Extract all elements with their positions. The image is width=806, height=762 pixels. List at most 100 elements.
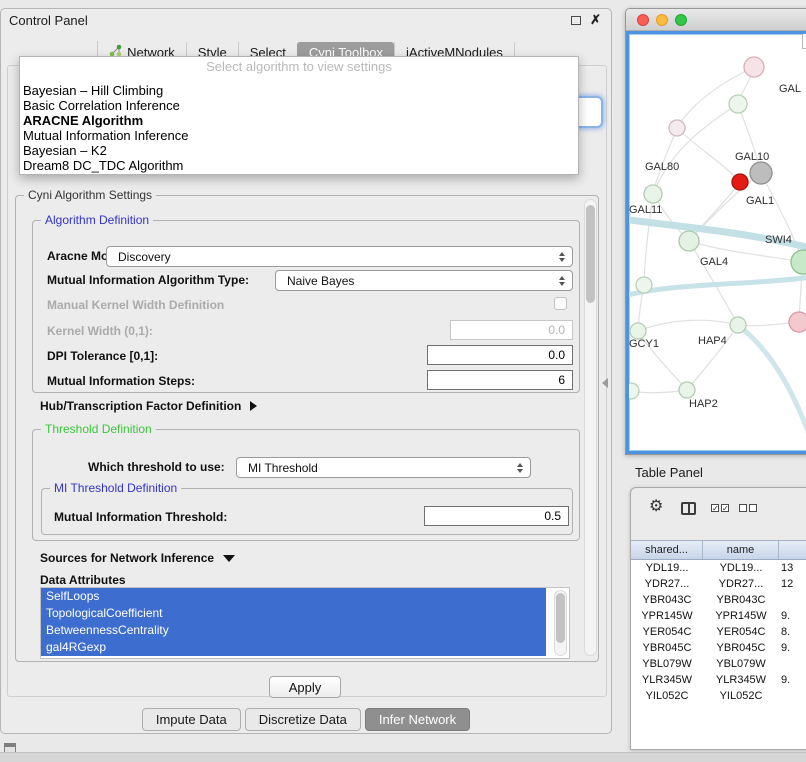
network-node[interactable] (679, 382, 695, 398)
threshold-type-select[interactable]: MI Threshold (236, 457, 531, 478)
dpi-tolerance-input[interactable]: 0.0 (427, 345, 573, 365)
network-node[interactable] (679, 231, 699, 251)
hub-tf-definition-expander[interactable]: Hub/Transcription Factor Definition (40, 399, 257, 413)
network-node-label: HAP4 (698, 335, 727, 347)
field-value: 0.0 (548, 348, 565, 362)
table-cell: YBR045C (703, 640, 779, 656)
table-row[interactable]: YLR345W YLR345W 9. (631, 672, 806, 688)
network-node[interactable] (744, 57, 764, 77)
table-row[interactable]: YIL052C YIL052C (631, 688, 806, 704)
table-row[interactable]: YBR045C YBR045C 9. (631, 640, 806, 656)
group-title: Threshold Definition (41, 422, 156, 436)
select-all-icon[interactable]: ✓✓ (711, 504, 729, 512)
network-node-label: GAL11 (629, 204, 662, 216)
table-row[interactable]: YDR27... YDR27... 12 (631, 576, 806, 592)
table-row[interactable]: YDL19... YDL19... 13 (631, 560, 806, 576)
network-node[interactable] (750, 162, 772, 184)
mi-threshold-input[interactable]: 0.5 (424, 506, 569, 526)
table-cell: 9. (779, 608, 806, 624)
list-item[interactable]: SelfLoops (41, 588, 546, 605)
network-node[interactable] (630, 323, 646, 339)
network-node[interactable] (669, 120, 685, 136)
tab-discretize-data[interactable]: Discretize Data (245, 708, 361, 731)
panel-collapse-arrow[interactable] (602, 378, 608, 388)
column-visibility-icon[interactable] (681, 502, 696, 515)
combo-arrows-icon (517, 463, 523, 473)
panel-title: Control Panel (9, 13, 88, 28)
network-edge[interactable] (738, 325, 806, 434)
selected-value: MI Threshold (248, 461, 318, 475)
list-scrollbar-thumb[interactable] (556, 593, 565, 643)
network-node[interactable] (729, 95, 747, 113)
deselect-all-icon[interactable] (739, 504, 757, 512)
network-edge[interactable] (653, 104, 738, 194)
network-node[interactable] (730, 317, 746, 333)
list-scrollbar[interactable] (554, 590, 567, 656)
table-cell (779, 592, 806, 608)
network-edge[interactable] (638, 320, 738, 331)
data-attributes-list: SelfLoops TopologicalCoefficient Between… (40, 587, 570, 659)
settings-scrollbar-thumb[interactable] (586, 205, 595, 303)
bottom-tab-bar: Impute Data Discretize Data Infer Networ… (1, 708, 611, 731)
mi-algorithm-type-select[interactable]: Naive Bayes (275, 270, 573, 291)
float-panel-icon[interactable] (571, 16, 581, 25)
list-item[interactable]: gal4RGexp (41, 639, 546, 656)
dropdown-item[interactable]: Bayesian – K2 (20, 143, 578, 158)
expand-arrow-icon[interactable] (250, 401, 257, 411)
network-node[interactable] (789, 312, 806, 332)
tab-infer-network[interactable]: Infer Network (365, 708, 470, 731)
manual-kernel-width-checkbox[interactable] (554, 297, 567, 310)
list-item[interactable]: TopologicalCoefficient (41, 605, 546, 622)
close-window-icon[interactable] (637, 14, 649, 26)
network-viewport: GALGAL80GAL10GAL1GAL11SWI4GAL4GCY1HAP4HA… (626, 31, 806, 454)
sources-expander[interactable]: Sources for Network Inference (40, 551, 235, 565)
dropdown-item[interactable]: Basic Correlation Inference (20, 98, 578, 113)
zoom-window-icon[interactable] (675, 14, 687, 26)
kernel-width-input[interactable]: 0.0 (450, 320, 573, 340)
table-cell: YDL19... (631, 560, 703, 576)
table-cell: 12 (779, 576, 806, 592)
dropdown-item[interactable]: Bayesian – Hill Climbing (20, 83, 578, 98)
combo-arrows-icon (559, 276, 565, 286)
network-edge[interactable] (629, 276, 806, 296)
network-node[interactable] (644, 185, 662, 203)
column-header-shared-name[interactable]: shared... (631, 541, 703, 559)
network-edge[interactable] (677, 128, 740, 182)
settings-gear-icon[interactable]: ⚙ (649, 498, 663, 516)
field-value: 0.0 (548, 323, 565, 337)
mi-threshold-label: Mutual Information Threshold: (54, 510, 227, 524)
dropdown-item[interactable]: Mutual Information Inference (20, 128, 578, 143)
dropdown-item-selected[interactable]: ARACNE Algorithm (20, 113, 578, 128)
collapse-arrow-icon[interactable] (223, 555, 235, 562)
dropdown-item[interactable]: Dream8 DC_TDC Algorithm (20, 158, 578, 173)
settings-scrollbar[interactable] (584, 199, 597, 656)
network-node-label: SWI4 (765, 234, 792, 246)
table-cell (779, 656, 806, 672)
aracne-mode-select[interactable]: Discovery (106, 246, 573, 267)
network-node[interactable] (791, 250, 806, 274)
column-header-partial[interactable] (779, 541, 806, 559)
network-window-titlebar (626, 9, 806, 31)
list-item[interactable]: BetweennessCentrality (41, 622, 546, 639)
table-row[interactable]: YBL079W YBL079W (631, 656, 806, 672)
screen: Control Panel ✗ Network Style Select Cyn… (0, 0, 806, 762)
tab-impute-data[interactable]: Impute Data (142, 708, 241, 731)
network-edge[interactable] (761, 173, 803, 262)
table-row[interactable]: YPR145W YPR145W 9. (631, 608, 806, 624)
network-node[interactable] (732, 174, 748, 190)
close-panel-icon[interactable]: ✗ (590, 12, 601, 28)
column-header-name[interactable]: name (703, 541, 779, 559)
status-bar (0, 752, 806, 762)
table-row[interactable]: YBR043C YBR043C (631, 592, 806, 608)
network-node-label: GAL4 (700, 256, 728, 268)
group-title: MI Threshold Definition (50, 481, 181, 495)
mi-steps-input[interactable]: 6 (427, 370, 573, 390)
network-canvas[interactable]: GALGAL80GAL10GAL1GAL11SWI4GAL4GCY1HAP4HA… (629, 34, 806, 453)
cyni-algorithm-settings-group: Cyni Algorithm Settings Algorithm Defini… (15, 195, 599, 662)
network-node-label: GAL80 (645, 161, 679, 173)
network-node[interactable] (629, 383, 639, 399)
network-node[interactable] (636, 277, 652, 293)
table-row[interactable]: YER054C YER054C 8. (631, 624, 806, 640)
minimize-window-icon[interactable] (656, 14, 668, 26)
apply-button[interactable]: Apply (269, 676, 341, 698)
